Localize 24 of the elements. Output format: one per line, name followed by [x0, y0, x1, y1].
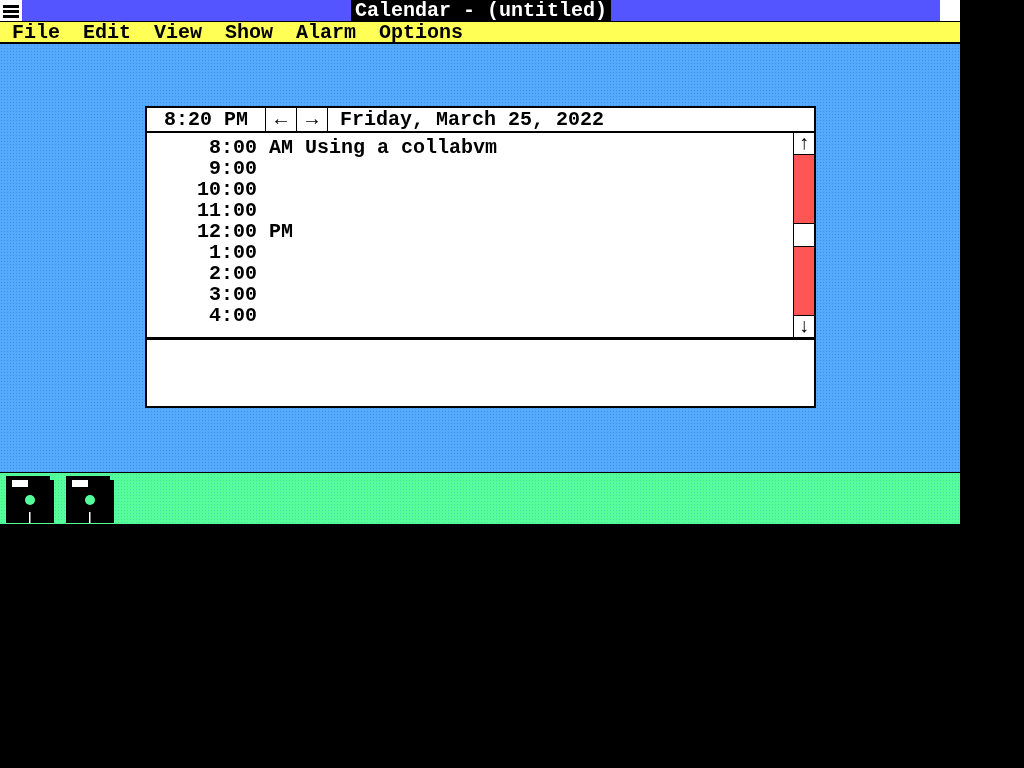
system-menu-button[interactable]	[0, 0, 22, 21]
time-slot: 9:00	[147, 158, 257, 179]
time-slot: 4:00	[147, 305, 257, 326]
meridiem-label: AM	[269, 137, 293, 158]
time-slot: 1:00	[147, 242, 257, 263]
menu-item[interactable]: Options	[379, 22, 464, 42]
appointment-text[interactable]: Using a collabvm	[305, 137, 498, 158]
meridiem-label: PM	[269, 221, 293, 242]
time-slot: 11:00	[147, 200, 257, 221]
time-slot: 12:00	[147, 221, 257, 242]
menu-icon	[3, 3, 19, 18]
scrollbar[interactable]: ↑ ↓	[793, 133, 814, 337]
menu-item[interactable]: View	[154, 22, 203, 42]
menu-item[interactable]: Edit	[83, 22, 132, 42]
time-slot: 3:00	[147, 284, 257, 305]
time-slot: 8:00	[147, 137, 257, 158]
time-slot: 2:00	[147, 263, 257, 284]
menu-item[interactable]: Alarm	[296, 22, 357, 42]
date-label: Friday, March 25, 2022	[339, 108, 605, 131]
window-title: Calendar - (untitled)	[350, 0, 611, 21]
time-slot: 10:00	[147, 179, 257, 200]
menu-item[interactable]: File	[12, 22, 60, 42]
menu-item[interactable]: Show	[225, 22, 274, 42]
scroll-thumb[interactable]	[794, 223, 814, 247]
